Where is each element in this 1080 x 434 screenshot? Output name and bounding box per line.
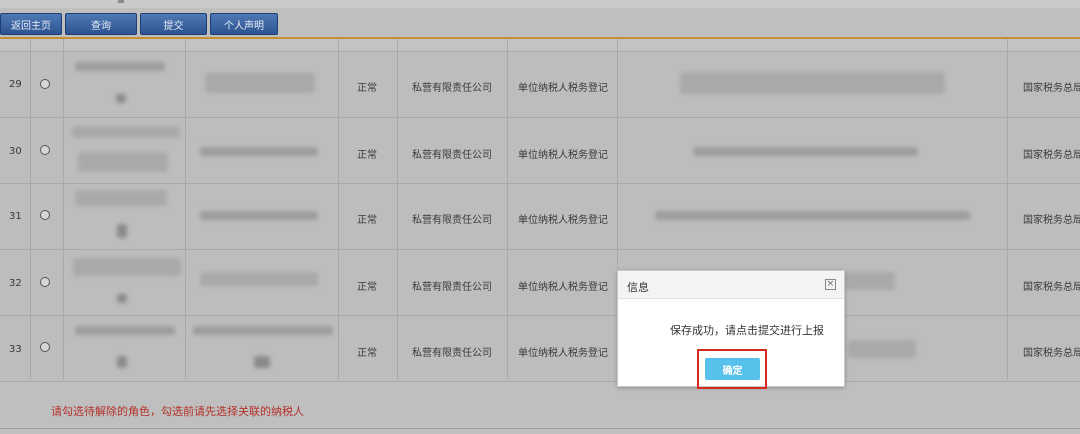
blurred-name-extra (116, 94, 126, 103)
blurred-name-extra (117, 356, 127, 368)
grid-line (0, 315, 1080, 316)
dialog-title: 信息 (627, 281, 649, 294)
grid-column-line (397, 39, 398, 379)
row-type: 私营有限责任公司 (412, 215, 492, 226)
row-status: 正常 (357, 282, 377, 293)
query-button[interactable]: 查询 (65, 13, 137, 35)
row-radio[interactable] (40, 79, 50, 89)
row-number: 29 (9, 79, 22, 90)
row-number: 33 (9, 344, 22, 355)
blurred-address (848, 340, 916, 358)
table-row: 30 正常 私营有限责任公司 单位纳税人税务登记 国家税务总局 (0, 118, 1080, 184)
blurred-name-extra (117, 294, 127, 303)
grid-line (0, 381, 1080, 382)
row-type: 私营有限责任公司 (412, 150, 492, 161)
row-status: 正常 (357, 150, 377, 161)
blurred-address (845, 272, 895, 290)
ok-button[interactable]: 确定 (705, 358, 760, 380)
row-status: 正常 (357, 348, 377, 359)
blurred-name (72, 126, 180, 138)
blurred-name (75, 190, 167, 206)
page: 返回主页 查询 提交 个人声明 29 正常 私营有限责任公司 单位纳税人税务登记… (0, 0, 1080, 434)
blurred-address (693, 147, 918, 156)
declaration-button[interactable]: 个人声明 (210, 13, 278, 35)
home-button[interactable]: 返回主页 (0, 13, 62, 35)
submit-button[interactable]: 提交 (140, 13, 207, 35)
blurred-address (655, 211, 970, 220)
row-number: 32 (9, 278, 22, 289)
grid-column-line (1007, 39, 1008, 379)
row-status: 正常 (357, 215, 377, 226)
grid-column-line (30, 39, 31, 379)
row-registration: 单位纳税人税务登记 (518, 348, 608, 359)
bottom-line (0, 428, 1080, 429)
row-type: 私营有限责任公司 (412, 83, 492, 94)
row-authority: 国家税务总局 (1023, 282, 1080, 293)
table-row: 29 正常 私营有限责任公司 单位纳税人税务登记 国家税务总局 (0, 52, 1080, 118)
grid-line (0, 249, 1080, 250)
blurred-name (73, 258, 181, 276)
blurred-code (193, 326, 333, 335)
hint-text: 请勾选待解除的角色，勾选前请先选择关联的纳税人 (51, 405, 304, 418)
blurred-name-extra (117, 224, 127, 238)
row-number: 30 (9, 146, 22, 157)
blurred-address (680, 72, 945, 94)
row-registration: 单位纳税人税务登记 (518, 215, 608, 226)
blurred-code (200, 272, 318, 286)
row-registration: 单位纳税人税务登记 (518, 83, 608, 94)
blurred-name (75, 326, 175, 335)
table-row: 32 正常 私营有限责任公司 单位纳税人税务登记 国家税务总局 (0, 250, 1080, 316)
row-radio[interactable] (40, 145, 50, 155)
blurred-name-extra (78, 152, 168, 172)
blurred-code-extra (254, 356, 270, 368)
row-registration: 单位纳税人税务登记 (518, 282, 608, 293)
row-number: 31 (9, 211, 22, 222)
info-dialog: 信息 × 保存成功，请点击提交进行上报 确定 (617, 270, 845, 389)
dialog-header: 信息 × (618, 271, 844, 299)
row-radio[interactable] (40, 342, 50, 352)
row-type: 私营有限责任公司 (412, 348, 492, 359)
row-registration: 单位纳税人税务登记 (518, 150, 608, 161)
row-authority: 国家税务总局 (1023, 150, 1080, 161)
row-authority: 国家税务总局 (1023, 215, 1080, 226)
row-status: 正常 (357, 83, 377, 94)
top-strip (0, 0, 1080, 8)
grid-line (0, 117, 1080, 118)
dialog-message: 保存成功，请点击提交进行上报 (670, 324, 824, 337)
table-header-row (0, 39, 1080, 51)
toolbar: 返回主页 查询 提交 个人声明 (0, 13, 281, 35)
highlight-box: 确定 (697, 349, 767, 389)
close-icon[interactable]: × (825, 279, 836, 290)
grid-line (0, 183, 1080, 184)
table-row: 31 正常 私营有限责任公司 单位纳税人税务登记 国家税务总局 (0, 184, 1080, 250)
blurred-code (205, 73, 315, 93)
blurred-code (200, 211, 318, 220)
grid-column-line (185, 39, 186, 379)
grid-column-line (63, 39, 64, 379)
blurred-name (75, 62, 165, 71)
row-authority: 国家税务总局 (1023, 83, 1080, 94)
row-radio[interactable] (40, 277, 50, 287)
row-type: 私营有限责任公司 (412, 282, 492, 293)
row-radio[interactable] (40, 210, 50, 220)
grid-column-line (507, 39, 508, 379)
table-row: 33 正常 私营有限责任公司 单位纳税人税务登记 国家税务总局 (0, 316, 1080, 382)
row-authority: 国家税务总局 (1023, 348, 1080, 359)
top-mark (118, 0, 124, 3)
grid-line (0, 51, 1080, 52)
grid-column-line (338, 39, 339, 379)
blurred-code (200, 147, 318, 156)
